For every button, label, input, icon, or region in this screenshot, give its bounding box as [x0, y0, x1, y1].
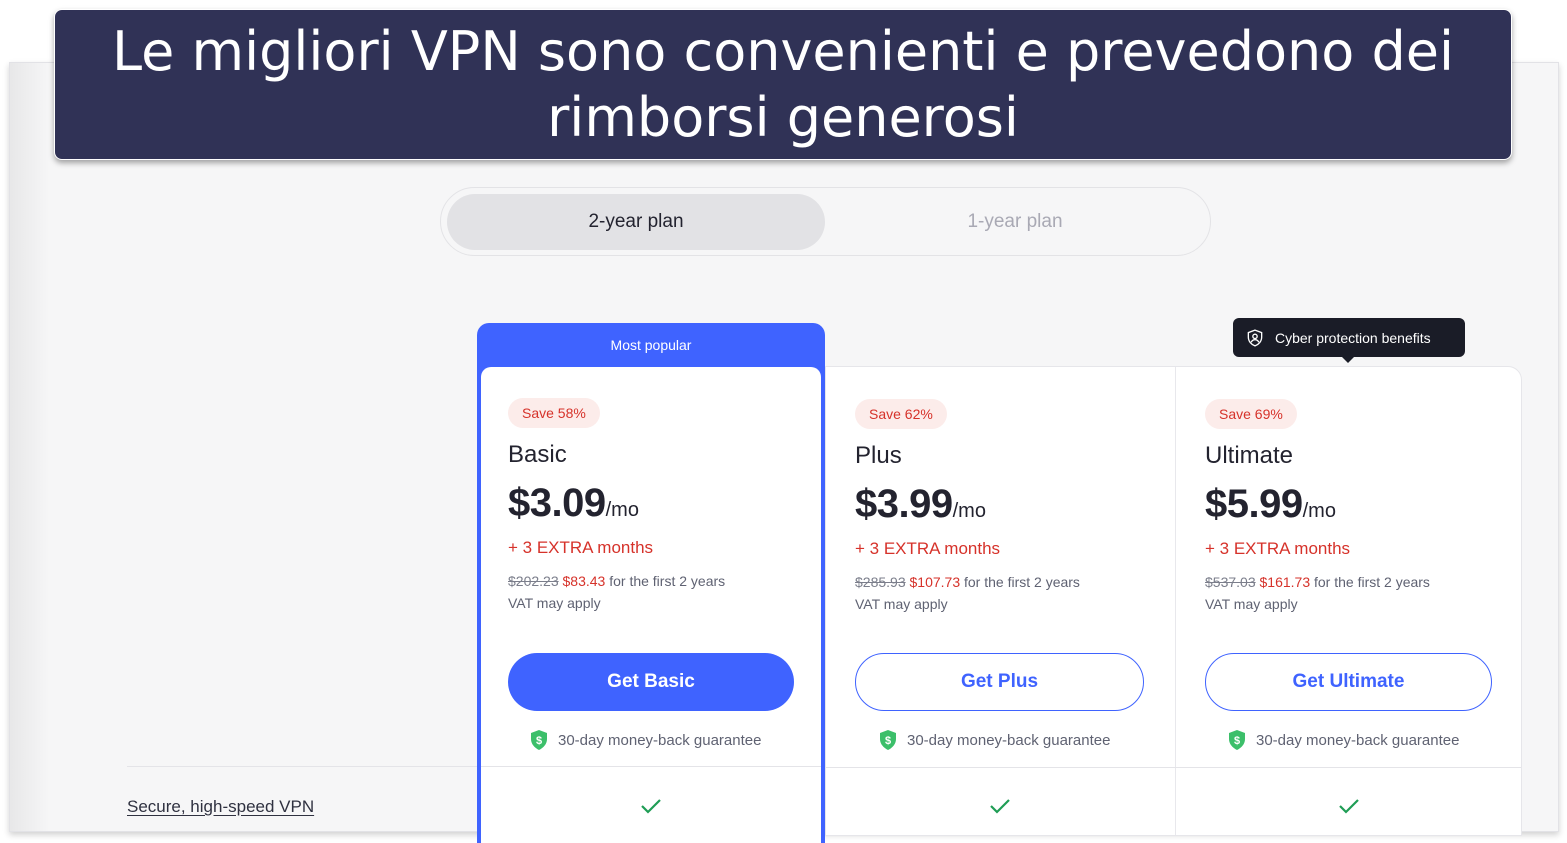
- plan-duration-toggle: 2-year plan 1-year plan: [440, 187, 1211, 256]
- old-price: $537.03: [1205, 574, 1256, 590]
- vat-note: VAT may apply: [1205, 596, 1298, 612]
- extra-months: + 3 EXTRA months: [1205, 539, 1351, 558]
- plan-total: $202.23 $83.43 for the first 2 years VAT…: [508, 570, 808, 614]
- get-plus-button[interactable]: Get Plus: [855, 653, 1144, 711]
- svg-text:$: $: [1234, 735, 1240, 747]
- extra-months: + 3 EXTRA months: [855, 539, 1001, 558]
- total-suffix: for the first 2 years: [1310, 574, 1430, 590]
- plan-name: Plus: [855, 442, 902, 469]
- save-badge: Save 58%: [508, 398, 600, 428]
- vat-note: VAT may apply: [855, 596, 948, 612]
- row-divider: [481, 766, 821, 767]
- guarantee-text: 30-day money-back guarantee: [558, 731, 762, 749]
- check-icon: [641, 799, 661, 814]
- cyber-protection-tooltip: Cyber protection benefits: [1233, 318, 1465, 363]
- plan-card-ultimate: Save 69% Ultimate $5.99/mo + 3 EXTRA mon…: [1205, 399, 1505, 615]
- guarantee-text: 30-day money-back guarantee: [907, 731, 1111, 749]
- new-price: $107.73: [909, 574, 961, 590]
- new-price: $83.43: [562, 573, 606, 589]
- total-suffix: for the first 2 years: [605, 573, 726, 589]
- extra-months: + 3 EXTRA months: [508, 538, 654, 557]
- shield-user-icon: [1247, 328, 1263, 347]
- plan-total: $537.03 $161.73 for the first 2 years VA…: [1205, 571, 1505, 615]
- tooltip-text: Cyber protection benefits: [1275, 329, 1431, 346]
- money-shield-icon: $: [531, 730, 547, 750]
- old-price: $202.23: [508, 573, 559, 589]
- plan-card-plus: Save 62% Plus $3.99/mo + 3 EXTRA months …: [855, 399, 1155, 615]
- row-divider: [826, 767, 1521, 768]
- feature-secure-vpn-link[interactable]: Secure, high-speed VPN: [127, 797, 314, 817]
- tab-1-year-plan[interactable]: 1-year plan: [826, 194, 1204, 250]
- tab-2-year-plan[interactable]: 2-year plan: [447, 194, 825, 250]
- price-amount: $3.09: [508, 481, 606, 525]
- column-divider: [1175, 367, 1176, 835]
- plan-name: Basic: [508, 441, 567, 468]
- money-back-guarantee: $ 30-day money-back guarantee: [530, 730, 761, 750]
- money-shield-icon: $: [1229, 730, 1245, 750]
- plan-price: $3.99/mo: [855, 482, 1155, 527]
- price-amount: $3.99: [855, 482, 953, 526]
- get-ultimate-button[interactable]: Get Ultimate: [1205, 653, 1492, 711]
- banner-title: Le migliori VPN sono convenienti e preve…: [112, 19, 1454, 149]
- get-basic-button[interactable]: Get Basic: [508, 653, 794, 711]
- money-shield-icon: $: [880, 730, 896, 750]
- check-icon: [990, 799, 1010, 814]
- money-back-guarantee: $ 30-day money-back guarantee: [1228, 730, 1459, 750]
- vat-note: VAT may apply: [508, 595, 601, 611]
- price-amount: $5.99: [1205, 482, 1303, 526]
- svg-text:$: $: [536, 735, 542, 747]
- plan-name: Ultimate: [1205, 442, 1294, 469]
- price-period: /mo: [605, 499, 639, 521]
- price-period: /mo: [1302, 500, 1336, 522]
- title-banner: Le migliori VPN sono convenienti e preve…: [54, 9, 1512, 160]
- plan-card-basic: Save 58% Basic $3.09/mo + 3 EXTRA months…: [508, 398, 808, 614]
- save-badge: Save 62%: [855, 399, 947, 429]
- save-badge: Save 69%: [1205, 399, 1297, 429]
- plan-price: $3.09/mo: [508, 481, 808, 526]
- total-suffix: for the first 2 years: [960, 574, 1080, 590]
- most-popular-ribbon: Most popular: [610, 337, 692, 353]
- plan-total: $285.93 $107.73 for the first 2 years VA…: [855, 571, 1155, 615]
- old-price: $285.93: [855, 574, 906, 590]
- money-back-guarantee: $ 30-day money-back guarantee: [879, 730, 1110, 750]
- guarantee-text: 30-day money-back guarantee: [1256, 731, 1460, 749]
- price-period: /mo: [952, 500, 986, 522]
- plan-price: $5.99/mo: [1205, 482, 1505, 527]
- svg-text:$: $: [885, 735, 891, 747]
- check-icon: [1339, 799, 1359, 814]
- new-price: $161.73: [1259, 574, 1311, 590]
